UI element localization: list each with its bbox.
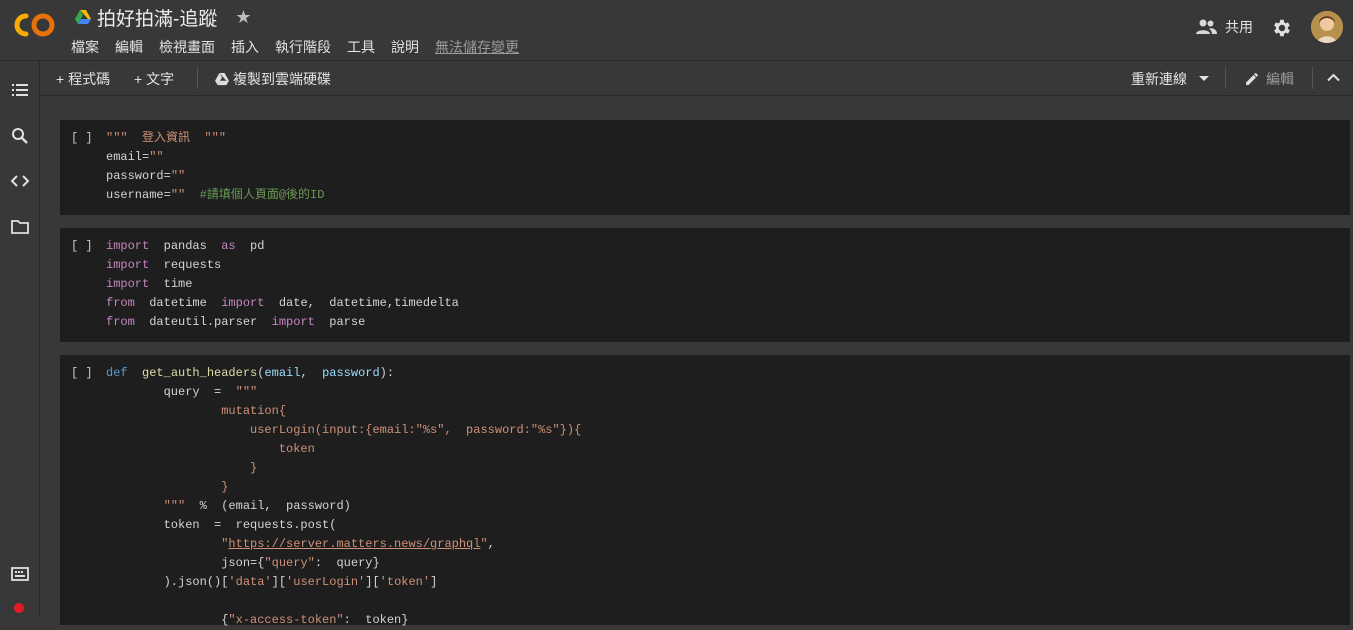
menu-tools[interactable]: 工具 [347,37,375,57]
table-of-contents-icon[interactable] [10,80,30,100]
code-line: from dateutil.parser import parse [106,315,366,329]
caret-down-icon[interactable] [1199,76,1209,82]
user-avatar[interactable] [1311,11,1343,43]
code-line: def get_auth_headers(email, password): [106,366,395,380]
code-cell[interactable]: [ ] """ 登入資訊 """ email="" password="" usern… [60,120,1350,215]
code-line: } [106,480,229,494]
run-cell-button[interactable]: [ ] [71,131,93,145]
menu-edit[interactable]: 編輯 [115,37,143,57]
code-line: query = """ [106,385,258,399]
toolbar-divider [1312,67,1313,89]
code-line: json={"query": query} [106,556,380,570]
copy-to-drive-label: 複製到雲端硬碟 [233,71,331,87]
code-line: username="" #請填個人頁面@後的ID [106,188,325,202]
menu-view[interactable]: 檢視畫面 [159,37,215,57]
edit-button[interactable]: 編輯 [1244,69,1294,89]
title-row: 拍好拍滿-追蹤 ★ [75,4,251,31]
cell-code[interactable]: """ 登入資訊 """ email="" password="" username=… [106,129,324,205]
code-line: mutation{ [106,404,287,418]
share-label: 共用 [1225,19,1253,35]
colab-logo-icon[interactable] [13,10,57,40]
notebook-title[interactable]: 拍好拍滿-追蹤 [97,4,217,31]
google-drive-icon [75,9,91,24]
menu-file[interactable]: 檔案 [71,37,99,57]
toolbar-divider [1225,67,1226,89]
notebook-toolbar: + 程式碼 + 文字 複製到雲端硬碟 重新連線 編輯 [40,61,1353,96]
menu-runtime[interactable]: 執行階段 [275,37,331,57]
menu-insert[interactable]: 插入 [231,37,259,57]
reconnect-label: 重新連線 [1131,71,1187,87]
code-line: "https://server.matters.news/graphql", [221,537,495,551]
code-line: token = requests.post( [106,518,337,532]
status-dot-icon [14,603,24,613]
code-line: import requests [106,258,222,272]
gear-icon[interactable] [1271,17,1293,39]
share-button[interactable]: 共用 [1195,17,1253,37]
pencil-icon [1246,73,1258,85]
code-cell[interactable]: [ ] def get_auth_headers(email, password… [60,355,1350,627]
code-line: token [106,442,315,456]
run-cell-button[interactable]: [ ] [71,366,93,380]
cell-code[interactable]: import pandas as pd import requests import… [106,237,459,332]
code-line: } [106,461,258,475]
star-icon[interactable]: ★ [235,7,251,28]
add-code-button[interactable]: + 程式碼 [56,69,110,89]
toolbar-divider [197,67,198,89]
add-text-button[interactable]: + 文字 [134,69,174,89]
code-line: userLogin(input:{email:"%s", password:"%… [106,423,582,437]
folder-icon[interactable] [10,217,30,237]
notebook-area: [ ] """ 登入資訊 """ email="" password="" usern… [40,96,1353,627]
code-snippets-icon[interactable] [10,171,30,191]
run-cell-button[interactable]: [ ] [71,239,93,253]
menu-help[interactable]: 說明 [391,37,419,57]
code-line: """ 登入資訊 """ [106,131,227,145]
code-line: """ % (email, password) [163,499,351,513]
chevron-up-icon[interactable] [1327,73,1340,82]
code-line: email="" [106,150,164,164]
left-sidebar [0,61,40,617]
code-line: password="" [106,169,186,183]
edit-label: 編輯 [1266,71,1294,87]
people-icon [1196,19,1217,34]
reconnect-button[interactable]: 重新連線 [1131,69,1209,89]
terminal-icon[interactable] [10,564,30,584]
copy-to-drive-button[interactable]: 複製到雲端硬碟 [215,69,331,89]
app-header: 拍好拍滿-追蹤 ★ 檔案 編輯 檢視畫面 插入 執行階段 工具 說明 無法儲存變… [0,0,1353,61]
code-cell[interactable]: [ ] import pandas as pd import requests im… [60,228,1350,342]
code-line: {"x-access-token": token} [106,613,409,627]
avatar-icon [1311,11,1343,43]
unsaved-changes-link[interactable]: 無法儲存變更 [435,37,519,57]
search-icon[interactable] [10,126,30,146]
code-line: import time [106,277,193,291]
code-line: from datetime import date, datetime,time… [106,296,459,310]
code-line: import pandas as pd [106,239,265,253]
drive-icon [215,72,229,85]
cell-code[interactable]: def get_auth_headers(email, password): q… [106,364,581,630]
code-line: ).json()['data']['userLogin']['token'] [106,575,438,589]
menu-bar: 檔案 編輯 檢視畫面 插入 執行階段 工具 說明 無法儲存變更 [71,37,535,57]
